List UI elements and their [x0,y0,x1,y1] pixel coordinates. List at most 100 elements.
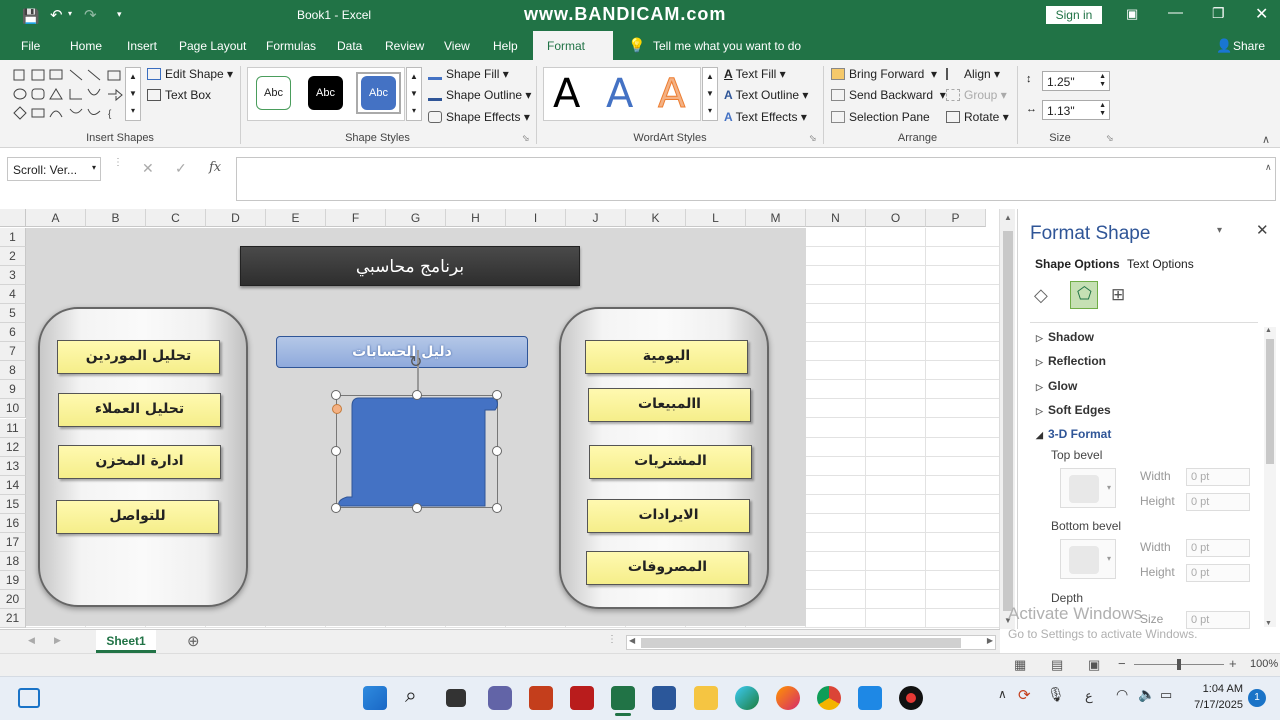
scroll-right-icon[interactable]: ▶ [54,635,61,646]
shapes-gallery-more[interactable]: ▲ ▼ ▾ [125,67,141,121]
sync-icon[interactable]: ⟳ [1018,686,1031,704]
name-box[interactable]: Scroll: Ver... ▾ [7,157,101,181]
dialog-launcher-icon[interactable]: ⬂ [522,133,530,144]
notification-badge[interactable]: 1 [1248,689,1266,707]
redo-icon[interactable]: ↷ [84,6,97,24]
pane-scrollbar[interactable]: ▲ ▼ [1264,327,1276,627]
row-header[interactable]: 19 [0,570,26,590]
revenues-button[interactable]: الايرادات [587,499,750,533]
adjust-handle[interactable] [332,404,342,414]
ribbon-display-icon[interactable]: ▣ [1126,6,1138,22]
resize-handle[interactable] [492,503,502,513]
bring-forward-button[interactable]: Bring Forward ▾ [831,67,937,81]
column-header[interactable]: B [86,209,146,227]
wordart-orange[interactable]: A [657,71,685,118]
send-backward-button[interactable]: Send Backward ▾ [831,88,946,102]
minimize-icon[interactable]: — [1168,4,1183,21]
text-outline-button[interactable]: A Text Outline ▾ [724,88,808,102]
text-box-button[interactable]: Text Box [147,88,211,102]
zoom-slider-thumb[interactable] [1177,659,1181,670]
column-header[interactable]: D [206,209,266,227]
shape-height-input[interactable]: 1.25" ▲ ▼ [1042,71,1110,91]
sign-in-button[interactable]: Sign in [1046,6,1102,24]
clock-time[interactable]: 1:04 AM [1195,683,1243,695]
sales-button[interactable]: االمبيعات [588,388,751,422]
save-icon[interactable]: 💾 [22,8,39,25]
column-header[interactable]: N [806,209,866,227]
row-header[interactable]: 14 [0,475,26,495]
row-header[interactable]: 5 [0,304,26,324]
word-icon[interactable] [652,686,676,710]
teams-icon[interactable] [488,686,512,710]
resize-handle[interactable] [331,390,341,400]
row-header[interactable]: 10 [0,399,26,419]
collapse-ribbon-icon[interactable]: ∧ [1262,133,1270,146]
column-header[interactable]: L [686,209,746,227]
formula-input[interactable] [236,157,1276,201]
battery-icon[interactable]: ▭ [1160,687,1172,703]
column-header[interactable]: J [566,209,626,227]
row-header[interactable]: 15 [0,494,26,514]
edit-shape-button[interactable]: Edit Shape ▾ [147,67,233,81]
excel-taskbar-icon[interactable] [611,686,635,710]
purchases-button[interactable]: المشتريات [589,445,752,479]
column-header[interactable]: A [26,209,86,227]
acrobat-icon[interactable] [570,686,594,710]
section-glow[interactable]: ▷ Glow [1036,379,1077,393]
effects-tab-button[interactable]: ⬠ [1070,281,1098,309]
customers-analysis-button[interactable]: تحليل العملاء [58,393,221,427]
shape-width-input[interactable]: 1.13" ▲ ▼ [1042,100,1110,120]
column-header[interactable]: K [626,209,686,227]
select-all-corner[interactable] [0,209,26,227]
dialog-launcher-icon[interactable]: ⬂ [809,133,817,144]
bandicam-icon[interactable] [899,686,923,710]
clock-date[interactable]: 7/17/2025 [1189,699,1243,711]
row-header[interactable]: 3 [0,266,26,286]
tab-file[interactable]: File [21,39,40,53]
row-header[interactable]: 11 [0,418,26,438]
start-icon[interactable] [363,686,387,710]
tab-home[interactable]: Home [70,39,102,53]
horizontal-scrollbar[interactable]: ◀ ▶ [626,635,996,650]
zoom-in-icon[interactable]: + [1229,656,1237,671]
normal-view-icon[interactable]: ▦ [1014,657,1026,673]
page-layout-view-icon[interactable]: ▤ [1051,657,1063,673]
row-header[interactable]: 9 [0,380,26,400]
inventory-management-button[interactable]: ادارة المخزن [58,445,221,479]
language-indicator[interactable]: ع [1085,688,1093,704]
wifi-icon[interactable]: ◠ [1116,686,1128,703]
column-header[interactable]: H [446,209,506,227]
resize-handle[interactable] [412,503,422,513]
share-button[interactable]: Share [1233,39,1265,53]
top-bevel-width-input[interactable]: 0 pt [1186,468,1250,486]
column-header[interactable]: O [866,209,926,227]
tab-shape-options[interactable]: Shape Options [1035,257,1120,271]
scroll-left-icon[interactable]: ◀ [28,635,35,646]
row-header[interactable]: 1 [0,228,26,247]
column-header[interactable]: E [266,209,326,227]
edge-icon[interactable] [735,686,759,710]
undo-dropdown-icon[interactable]: ▾ [68,9,72,18]
powerpoint-icon[interactable] [529,686,553,710]
rotate-handle-icon[interactable]: ↻ [409,352,422,372]
resize-handle[interactable] [492,446,502,456]
bottom-bevel-height-input[interactable]: 0 pt [1186,564,1250,582]
column-header[interactable]: F [326,209,386,227]
row-header[interactable]: 12 [0,437,26,457]
column-header[interactable]: C [146,209,206,227]
row-header[interactable]: 8 [0,361,26,381]
size-properties-icon[interactable]: ⊞ [1111,285,1125,305]
column-header[interactable]: I [506,209,566,227]
text-fill-button[interactable]: A Text Fill ▾ [724,67,786,81]
tab-insert[interactable]: Insert [127,39,157,53]
selection-pane-button[interactable]: Selection Pane [831,110,930,124]
selected-scroll-shape[interactable] [336,395,498,508]
resize-handle[interactable] [331,446,341,456]
restore-icon[interactable]: ❐ [1212,5,1225,22]
column-header[interactable]: G [386,209,446,227]
volume-icon[interactable]: 🔈 [1138,686,1155,703]
section-3d-format[interactable]: ◢ 3-D Format [1036,427,1111,441]
resize-handle[interactable] [412,390,422,400]
tab-review[interactable]: Review [385,39,424,53]
align-button[interactable]: Align ▾ [946,67,1000,81]
